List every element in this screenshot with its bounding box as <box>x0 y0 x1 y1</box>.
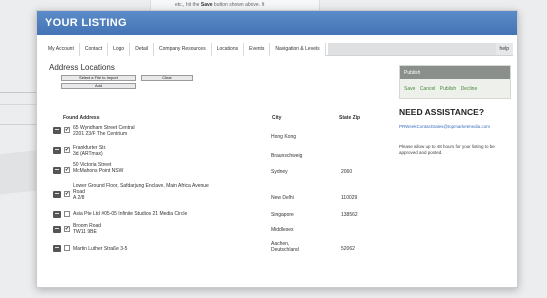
city-line: Deutschland <box>271 247 299 253</box>
row-city: Middlesex <box>271 227 331 233</box>
edit-icon[interactable] <box>53 245 61 252</box>
row-address: 50 Victoria Street McMahons Point NSW <box>73 162 263 174</box>
city-line: Sydney <box>271 169 288 175</box>
row-address: 65 Wyndham Street Central 2201 23/F The … <box>73 125 263 137</box>
row-city: Aachen, Deutschland <box>271 241 331 253</box>
row-zip: 2060 <box>341 169 353 175</box>
edit-icon[interactable] <box>53 226 61 233</box>
city-line: Braunschweig <box>271 153 303 159</box>
tab-my-account[interactable]: My Account <box>43 43 80 56</box>
background-instruction-bold: Save <box>200 2 213 8</box>
row-city: Sydney <box>271 169 331 175</box>
row-checkbox[interactable]: ✔ <box>64 167 70 173</box>
row-zip: 52062 <box>341 246 355 252</box>
row-checkbox[interactable]: ✔ <box>64 226 70 232</box>
row-address: Asia Pte Ltd #05-05 Infinite Studios 21 … <box>73 211 263 217</box>
background-rule <box>0 124 40 125</box>
city-line: Hong Kong <box>271 134 297 140</box>
row-address: Frankfurter Str. 3d (ARTmax) <box>73 145 263 157</box>
address-line: 3d (ARTmax) <box>73 151 103 157</box>
column-header-state-zip: State Zip <box>339 115 361 121</box>
tab-help[interactable]: help <box>495 43 513 55</box>
row-checkbox[interactable]: ✔ <box>64 127 70 133</box>
row-checkbox[interactable]: ✔ <box>64 147 70 153</box>
row-checkbox[interactable] <box>64 245 70 251</box>
tab-spacer <box>327 43 496 55</box>
row-checkbox[interactable] <box>64 211 70 217</box>
tab-navigation-levels[interactable]: Navigation & Levels <box>270 43 326 56</box>
tab-contact[interactable]: Contact <box>79 43 109 56</box>
address-line: Asia Pte Ltd #05-05 Infinite Studios 21 … <box>73 211 188 217</box>
address-line: 2201 23/F The Centrium <box>73 131 128 137</box>
tab-events[interactable]: Events <box>244 43 271 56</box>
assistance-title: NEED ASSISTANCE? <box>399 107 485 117</box>
publish-panel-header: Publish <box>400 66 510 79</box>
row-city: Hong Kong <box>271 134 331 140</box>
row-city: Braunschweig <box>271 153 331 159</box>
city-line: Singapore <box>271 212 294 218</box>
row-zip: 138562 <box>341 212 358 218</box>
tab-locations[interactable]: Locations <box>211 43 245 56</box>
window-title: YOUR LISTING <box>37 11 517 35</box>
publish-actions: Save Cancel Publish Decline <box>400 79 510 92</box>
row-address: Broom Road TW11 9BE <box>73 223 263 235</box>
row-address: Lower Ground Floor, Safdarjung Enclave, … <box>73 183 263 201</box>
city-line: Middlesex <box>271 227 294 233</box>
address-line: A 2/8 <box>73 195 85 201</box>
add-button[interactable]: Add <box>61 83 136 89</box>
save-link[interactable]: Save <box>404 86 415 92</box>
address-line: McMahons Point NSW <box>73 168 124 174</box>
select-file-button[interactable]: Select a File to Import <box>61 75 136 81</box>
clear-button[interactable]: Clear <box>141 75 193 81</box>
column-header-found-address: Found Address <box>63 115 100 121</box>
edit-icon[interactable] <box>53 191 61 198</box>
listing-window: YOUR LISTING My Account Contact Logo Det… <box>36 10 518 288</box>
tab-logo[interactable]: Logo <box>108 43 131 56</box>
decline-link[interactable]: Decline <box>461 86 478 92</box>
assistance-note: Please allow up to 48 hours for your lis… <box>399 144 495 155</box>
edit-icon[interactable] <box>53 211 61 218</box>
edit-icon[interactable] <box>53 167 61 174</box>
row-address: Martin Luther Straße 3-5 <box>73 246 263 252</box>
section-title: Address Locations <box>49 63 115 72</box>
row-zip: 110029 <box>341 195 358 201</box>
edit-icon[interactable] <box>53 127 61 134</box>
tab-company-resources[interactable]: Company Resources <box>154 43 212 56</box>
tab-bar: My Account Contact Logo Detail Company R… <box>43 43 513 56</box>
assistance-email-link[interactable]: PRWeekContactSales@topmarketmedia.com <box>399 124 490 129</box>
cancel-link[interactable]: Cancel <box>420 86 436 92</box>
address-line: TW11 9BE <box>73 229 97 235</box>
row-city: Singapore <box>271 212 331 218</box>
publish-link[interactable]: Publish <box>440 86 456 92</box>
row-checkbox[interactable]: ✔ <box>64 191 70 197</box>
row-city: New Delhi <box>271 195 331 201</box>
background-instruction-text: etc., hit the <box>175 2 201 8</box>
tab-detail[interactable]: Detail <box>130 43 155 56</box>
edit-icon[interactable] <box>53 147 61 154</box>
city-line: New Delhi <box>271 195 294 201</box>
background-instruction-tail: button shown above. It <box>212 2 265 8</box>
address-line: Martin Luther Straße 3-5 <box>73 246 128 252</box>
publish-panel: Publish Save Cancel Publish Decline <box>399 65 511 99</box>
column-header-city: City <box>272 115 282 121</box>
